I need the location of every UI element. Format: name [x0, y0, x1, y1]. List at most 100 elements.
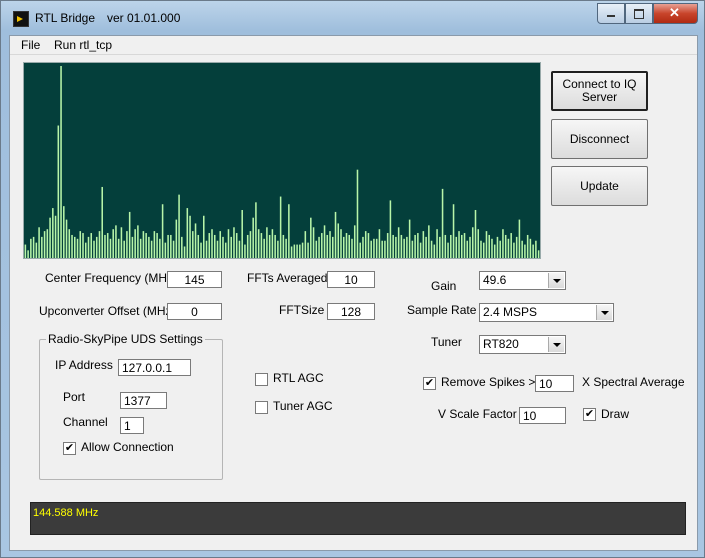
spectrum-bar [433, 244, 436, 258]
spectrum-bar [156, 233, 158, 258]
spectrum-bar [170, 234, 172, 258]
spectrum-bar [406, 236, 408, 258]
spectrum-bar [227, 229, 230, 258]
spectrum-bar [367, 233, 370, 258]
spectrum-bar [318, 236, 320, 258]
spectrum-bar [408, 219, 411, 258]
spectrum-bar [290, 246, 293, 258]
remove-spikes-label: Remove Spikes > [441, 375, 536, 389]
spectrum-bar [246, 234, 249, 258]
spectrum-bar [340, 229, 342, 258]
tuner-label: Tuner [431, 335, 462, 349]
rtl-agc-checkbox[interactable] [255, 373, 268, 386]
spectral-average-label: X Spectral Average [582, 375, 685, 389]
spectrum-bar [455, 236, 458, 258]
spectrum-bar [422, 231, 425, 258]
upconverter-offset-input[interactable]: 0 [167, 303, 222, 320]
spectrum-bar [359, 242, 361, 258]
spectrum-bar [87, 236, 90, 258]
title-bar[interactable]: RTL Bridge ver 01.01.000 ✕ [1, 1, 704, 35]
spectrum-bar [68, 229, 71, 258]
spectrum-bar [197, 234, 200, 258]
spectrum-bar [260, 233, 263, 258]
spectrum-bar [332, 236, 334, 258]
spectrum-bar [436, 229, 438, 258]
ip-address-label: IP Address [55, 358, 113, 372]
center-frequency-input[interactable]: 145 [167, 271, 222, 288]
spectrum-bar [282, 234, 285, 258]
spectrum-bar [326, 234, 329, 258]
status-frequency: 144.588 MHz [33, 507, 99, 519]
fftsize-label: FFTSize [279, 303, 325, 317]
spectrum-bar [93, 240, 95, 258]
spectrum-bar [301, 242, 304, 258]
channel-input[interactable]: 1 [120, 417, 144, 434]
allow-connection-label: Allow Connection [81, 440, 174, 454]
spectrum-bar [60, 66, 62, 258]
spectrum-bar [307, 242, 309, 258]
spectrum-bar [203, 215, 205, 258]
spectrum-bar [524, 244, 526, 258]
gain-select[interactable]: 49.6 [479, 271, 566, 290]
fftsize-input[interactable]: 128 [327, 303, 375, 320]
spectrum-bar [356, 169, 359, 258]
menu-file[interactable]: File [21, 38, 40, 52]
ffts-averaged-input[interactable]: 10 [327, 271, 375, 288]
remove-spikes-checkbox[interactable]: ✔ [423, 377, 436, 390]
maximize-button[interactable] [625, 3, 653, 24]
sample-rate-value: 2.4 MSPS [483, 305, 538, 319]
spectrum-bar [268, 234, 271, 258]
allow-connection-checkbox[interactable]: ✔ [63, 442, 76, 455]
spectrum-bar [205, 240, 208, 258]
spectrum-bar [148, 236, 150, 258]
spectrum-bar [224, 242, 227, 258]
spectrum-bar [507, 238, 510, 258]
spectrum-bar [255, 202, 257, 258]
sample-rate-select[interactable]: 2.4 MSPS [479, 303, 614, 322]
chevron-down-icon[interactable] [548, 273, 564, 288]
spectrum-bar [444, 234, 447, 258]
spectrum-bar [238, 240, 241, 258]
connect-button[interactable]: Connect to IQ Server [551, 71, 648, 111]
spectrum-bar [469, 236, 471, 258]
spectrum-bar [192, 231, 194, 258]
tuner-agc-checkbox[interactable] [255, 401, 268, 414]
spectrum-bar [101, 186, 103, 258]
spectrum-bar [373, 238, 375, 258]
spectrum-bar [345, 233, 348, 258]
spectrum-bar [142, 231, 145, 258]
spectrum-bar [249, 231, 252, 258]
port-label: Port [63, 390, 86, 404]
ffts-averaged-label: FFTs Averaged [247, 271, 328, 285]
tuner-value: RT820 [483, 337, 519, 351]
center-frequency-label: Center Frequency (MHz) [45, 271, 178, 285]
update-button[interactable]: Update [551, 166, 648, 206]
tuner-select[interactable]: RT820 [479, 335, 566, 354]
spectrum-bar [526, 234, 529, 258]
disconnect-button[interactable]: Disconnect [551, 119, 648, 159]
spectrum-bar [384, 240, 386, 258]
spectrum-bar [183, 246, 186, 258]
spectrum-bar [109, 238, 112, 258]
draw-checkbox[interactable]: ✔ [583, 408, 596, 421]
spectrum-display [23, 62, 541, 259]
minimize-button[interactable] [597, 3, 625, 24]
chevron-down-icon[interactable] [596, 305, 612, 320]
app-icon[interactable] [13, 11, 29, 27]
spectrum-bar [213, 234, 216, 258]
port-input[interactable]: 1377 [120, 392, 167, 409]
v-scale-factor-input[interactable]: 10 [519, 407, 566, 424]
spikes-threshold-input[interactable]: 10 [535, 375, 574, 392]
spectrum-bar [513, 242, 515, 258]
spectrum-bar [400, 234, 403, 258]
spectrum-bar [403, 238, 405, 258]
menu-bar: File Run rtl_tcp [10, 36, 697, 55]
spectrum-bar [139, 238, 142, 258]
menu-run-rtl-tcp[interactable]: Run rtl_tcp [54, 38, 112, 52]
chevron-down-icon[interactable] [548, 337, 564, 352]
ip-address-input[interactable]: 127.0.0.1 [118, 359, 191, 376]
spectrum-bar [200, 242, 202, 258]
spectrum-bar [38, 227, 40, 258]
close-button[interactable]: ✕ [653, 3, 698, 24]
spectrum-bar [364, 231, 367, 258]
